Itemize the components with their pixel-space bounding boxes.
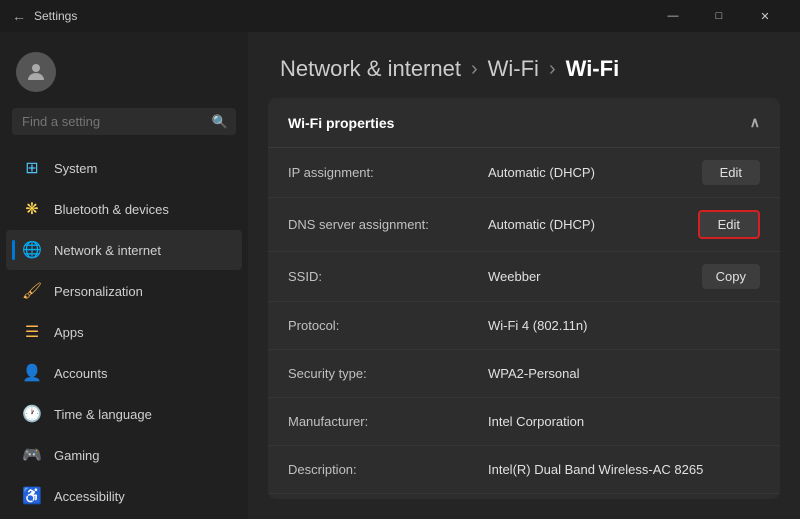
prop-action-0: Edit [702, 160, 760, 185]
prop-row-6: Description:Intel(R) Dual Band Wireless-… [268, 446, 780, 494]
nav-icon-personalization: 🖌 [22, 281, 42, 301]
wifi-properties-panel: Wi-Fi properties ∧ IP assignment:Automat… [268, 98, 780, 499]
main-layout: 🔍 ⊞ System ❋ Bluetooth & devices 🌐 Network & … [0, 32, 800, 519]
prop-value-4: WPA2-Personal [488, 366, 760, 381]
search-input[interactable] [12, 108, 236, 135]
prop-row-7: Driver version:20.70.23.1 [268, 494, 780, 499]
prop-row-4: Security type:WPA2-Personal [268, 350, 780, 398]
prop-row-1: DNS server assignment:Automatic (DHCP) Ed… [268, 198, 780, 252]
prop-row-0: IP assignment:Automatic (DHCP) Edit [268, 148, 780, 198]
titlebar-left: ← Settings [12, 8, 77, 24]
edit-button-1[interactable]: Edit [698, 210, 760, 239]
prop-label-6: Description: [288, 462, 488, 477]
prop-action-1: Edit [698, 210, 760, 239]
sidebar: 🔍 ⊞ System ❋ Bluetooth & devices 🌐 Network & … [0, 32, 248, 519]
prop-label-4: Security type: [288, 366, 488, 381]
prop-row-3: Protocol:Wi-Fi 4 (802.11n) [268, 302, 780, 350]
sidebar-label-time: Time & language [54, 407, 152, 422]
prop-row-2: SSID:Weebber Copy [268, 252, 780, 302]
close-button[interactable]: ✕ [742, 0, 788, 32]
prop-value-2: Weebber [488, 269, 690, 284]
edit-button-0[interactable]: Edit [702, 160, 760, 185]
sidebar-label-network: Network & internet [54, 243, 161, 258]
sidebar-item-system[interactable]: ⊞ System [6, 148, 242, 188]
prop-label-3: Protocol: [288, 318, 488, 333]
sidebar-item-network[interactable]: 🌐 Network & internet [6, 230, 242, 270]
prop-label-1: DNS server assignment: [288, 217, 488, 232]
sidebar-item-apps[interactable]: ☰ Apps [6, 312, 242, 352]
nav-icon-time: 🕐 [22, 404, 42, 424]
back-button[interactable]: ← [12, 8, 26, 24]
titlebar-title: Settings [34, 9, 77, 23]
sidebar-nav: ⊞ System ❋ Bluetooth & devices 🌐 Network & in… [0, 147, 248, 519]
breadcrumb: Network & internet › Wi-Fi › Wi-Fi [248, 32, 800, 98]
titlebar: ← Settings — □ ✕ [0, 0, 800, 32]
profile-section [0, 32, 248, 108]
prop-value-0: Automatic (DHCP) [488, 165, 690, 180]
prop-row-5: Manufacturer:Intel Corporation [268, 398, 780, 446]
search-box: 🔍 [12, 108, 236, 135]
sidebar-label-accessibility: Accessibility [54, 489, 125, 504]
panel-title: Wi-Fi properties [288, 115, 394, 131]
sidebar-label-accounts: Accounts [54, 366, 107, 381]
sidebar-label-bluetooth: Bluetooth & devices [54, 202, 169, 217]
breadcrumb-sep1: › [471, 58, 478, 81]
nav-icon-apps: ☰ [22, 322, 42, 342]
sidebar-item-gaming[interactable]: 🎮 Gaming [6, 435, 242, 475]
sidebar-item-accounts[interactable]: 👤 Accounts [6, 353, 242, 393]
breadcrumb-sep2: › [549, 58, 556, 81]
nav-icon-gaming: 🎮 [22, 445, 42, 465]
sidebar-item-personalization[interactable]: 🖌 Personalization [6, 271, 242, 311]
sidebar-item-time[interactable]: 🕐 Time & language [6, 394, 242, 434]
properties-list: IP assignment:Automatic (DHCP)EditDNS se… [268, 148, 780, 499]
breadcrumb-wifi2: Wi-Fi [566, 56, 620, 82]
nav-icon-system: ⊞ [22, 158, 42, 178]
prop-value-5: Intel Corporation [488, 414, 760, 429]
nav-icon-accessibility: ♿ [22, 486, 42, 506]
sidebar-label-gaming: Gaming [54, 448, 100, 463]
nav-icon-bluetooth: ❋ [22, 199, 42, 219]
prop-label-2: SSID: [288, 269, 488, 284]
sidebar-label-apps: Apps [54, 325, 84, 340]
sidebar-item-bluetooth[interactable]: ❋ Bluetooth & devices [6, 189, 242, 229]
panel-header: Wi-Fi properties ∧ [268, 98, 780, 148]
maximize-button[interactable]: □ [696, 0, 742, 32]
sidebar-label-system: System [54, 161, 97, 176]
search-icon: 🔍 [212, 114, 228, 130]
nav-icon-accounts: 👤 [22, 363, 42, 383]
avatar[interactable] [16, 52, 56, 92]
prop-label-0: IP assignment: [288, 165, 488, 180]
panel-collapse-button[interactable]: ∧ [750, 114, 760, 131]
content: Network & internet › Wi-Fi › Wi-Fi Wi-Fi… [248, 32, 800, 519]
copy-button-2[interactable]: Copy [702, 264, 760, 289]
prop-value-6: Intel(R) Dual Band Wireless-AC 8265 [488, 462, 760, 477]
prop-value-3: Wi-Fi 4 (802.11n) [488, 318, 760, 333]
minimize-button[interactable]: — [650, 0, 696, 32]
titlebar-controls: — □ ✕ [650, 0, 788, 32]
sidebar-item-accessibility[interactable]: ♿ Accessibility [6, 476, 242, 516]
breadcrumb-network: Network & internet [280, 56, 461, 82]
sidebar-label-personalization: Personalization [54, 284, 143, 299]
prop-value-1: Automatic (DHCP) [488, 217, 686, 232]
prop-label-5: Manufacturer: [288, 414, 488, 429]
breadcrumb-wifi1: Wi-Fi [488, 56, 539, 82]
prop-action-2: Copy [702, 264, 760, 289]
nav-icon-network: 🌐 [22, 240, 42, 260]
